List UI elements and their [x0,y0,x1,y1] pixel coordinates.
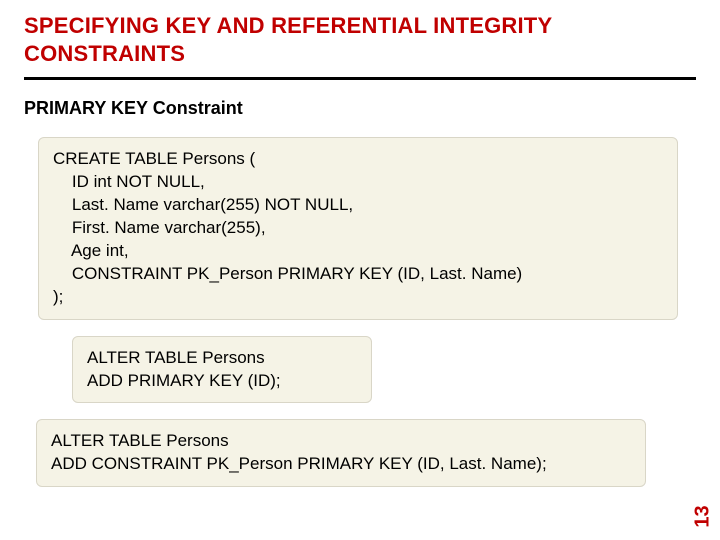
title-divider [24,77,696,80]
code-block-create-table: CREATE TABLE Persons ( ID int NOT NULL, … [38,137,678,320]
slide-subtitle: PRIMARY KEY Constraint [24,98,696,119]
slide-title: SPECIFYING KEY AND REFERENTIAL INTEGRITY… [24,12,696,67]
slide: SPECIFYING KEY AND REFERENTIAL INTEGRITY… [0,0,720,540]
page-number: 13 [691,505,714,527]
code-block-alter-add-pk: ALTER TABLE Persons ADD PRIMARY KEY (ID)… [72,336,372,404]
code-block-alter-add-constraint: ALTER TABLE Persons ADD CONSTRAINT PK_Pe… [36,419,646,487]
